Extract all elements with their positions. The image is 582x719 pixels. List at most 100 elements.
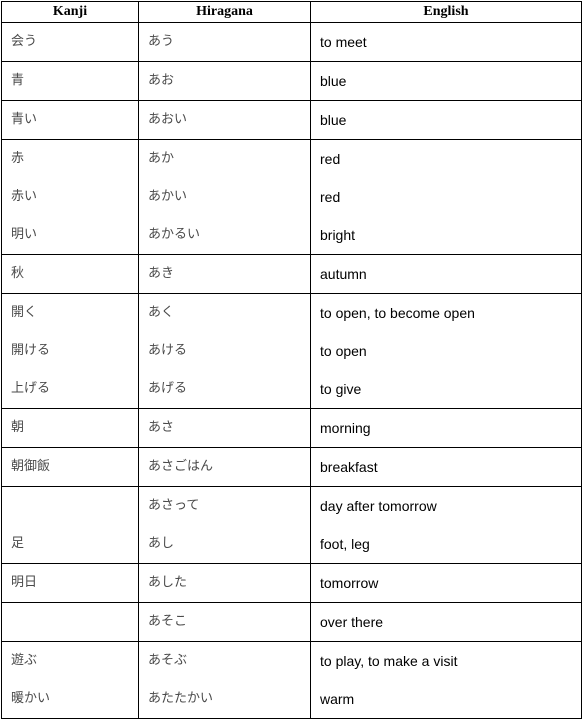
hiragana-text: あう bbox=[148, 34, 175, 49]
kanji-text: 朝 bbox=[11, 420, 25, 435]
kanji-text: 赤い bbox=[11, 189, 38, 204]
english-text: to play, to make a visit bbox=[320, 653, 458, 669]
table-row: 青い あおい blue bbox=[1, 100, 582, 140]
kanji-text: 暖かい bbox=[11, 691, 51, 706]
table-row: 青 あお blue bbox=[1, 61, 582, 101]
table-row: 朝御飯 あさごはん breakfast bbox=[1, 447, 582, 487]
table-row: 足 あさってあし day after tomorrow foot, leg bbox=[1, 486, 582, 564]
hiragana-cell: あさって あし bbox=[138, 486, 311, 564]
kanji-text: 上げる bbox=[11, 381, 51, 396]
english-text: morning bbox=[320, 420, 371, 436]
hiragana-cell: あう bbox=[138, 22, 311, 62]
english-text: autumn bbox=[320, 266, 367, 282]
english-cell: over there bbox=[310, 602, 582, 642]
kanji-text: 足 bbox=[11, 536, 25, 551]
hiragana-text: あそぶ bbox=[148, 653, 188, 668]
hiragana-text: あそこ bbox=[148, 614, 188, 629]
hiragana-text: あさって bbox=[148, 498, 200, 513]
kanji-cell: 開く 開ける 上げる bbox=[1, 293, 139, 409]
kanji-text: 開く bbox=[11, 305, 38, 320]
english-text: to give bbox=[320, 381, 362, 397]
hiragana-cell: あお bbox=[138, 61, 311, 101]
table-row: 朝 あさ morning bbox=[1, 408, 582, 448]
kanji-cell: 赤赤い 明い bbox=[1, 139, 139, 255]
kanji-text bbox=[2, 603, 138, 641]
table-row: 秋 あき autumn bbox=[1, 254, 582, 294]
hiragana-cell: あそこ bbox=[138, 602, 311, 642]
kanji-cell: 朝御飯 bbox=[1, 447, 139, 487]
hiragana-text: あたたかい bbox=[148, 691, 214, 706]
header-english: English bbox=[310, 1, 582, 23]
hiragana-text: あく bbox=[148, 305, 175, 320]
english-cell: tomorrow bbox=[310, 563, 582, 603]
kanji-text: 遊ぶ bbox=[11, 653, 38, 668]
hiragana-cell: あさごはん bbox=[138, 447, 311, 487]
kanji-cell: 会う bbox=[1, 22, 139, 62]
english-text: to open bbox=[320, 343, 367, 359]
kanji-text: 明日 bbox=[11, 575, 38, 590]
english-cell: breakfast bbox=[310, 447, 582, 487]
header-hiragana: Hiragana bbox=[138, 1, 311, 23]
hiragana-text: あおい bbox=[148, 112, 188, 127]
english-cell: to play, to make a visit warm bbox=[310, 641, 582, 719]
english-text: breakfast bbox=[320, 459, 378, 475]
hiragana-cell: あか あかい あかるい bbox=[138, 139, 311, 255]
hiragana-cell: あした bbox=[138, 563, 311, 603]
english-cell: to meet bbox=[310, 22, 582, 62]
table-row: 赤赤い 明い あか あかい あかるい red red bright bbox=[1, 139, 582, 255]
kanji-text bbox=[2, 487, 138, 525]
table-row: 会う あう to meet bbox=[1, 22, 582, 62]
header-row: Kanji Hiragana English bbox=[1, 1, 582, 23]
vocabulary-table: Kanji Hiragana English 会う あう to meet 青 あお blu… bbox=[1, 1, 582, 719]
english-text: tomorrow bbox=[320, 575, 379, 591]
english-cell: autumn bbox=[310, 254, 582, 294]
kanji-cell bbox=[1, 602, 139, 642]
table-row: あそこ over there bbox=[1, 602, 582, 642]
hiragana-text: あさ bbox=[148, 420, 175, 435]
english-text: foot, leg bbox=[320, 536, 370, 552]
hiragana-cell: あき bbox=[138, 254, 311, 294]
english-text: blue bbox=[320, 73, 347, 89]
english-cell: blue bbox=[310, 100, 582, 140]
kanji-text: 秋 bbox=[11, 266, 25, 281]
hiragana-text: あげる bbox=[148, 381, 188, 396]
kanji-cell: 青い bbox=[1, 100, 139, 140]
english-text: over there bbox=[320, 614, 384, 630]
kanji-text: 青 bbox=[11, 73, 25, 88]
english-text: red bbox=[320, 151, 341, 167]
hiragana-cell: あそぶ あたたかい bbox=[138, 641, 311, 719]
kanji-cell: 明日 bbox=[1, 563, 139, 603]
table-body: 会う あう to meet 青あお blue 青い あおい blue 赤赤い 明い あか あかい あかる… bbox=[1, 22, 582, 719]
hiragana-text: あける bbox=[148, 343, 188, 358]
english-text: bright bbox=[320, 227, 356, 243]
english-text: warm bbox=[320, 691, 355, 707]
english-cell: red red bright bbox=[310, 139, 582, 255]
english-text: to meet bbox=[320, 34, 367, 50]
hiragana-cell: あおい bbox=[138, 100, 311, 140]
kanji-cell: 遊ぶ 暖かい bbox=[1, 641, 139, 719]
hiragana-cell: あく あける あげる bbox=[138, 293, 311, 409]
kanji-cell: 足 bbox=[1, 486, 139, 564]
english-text: day after tomorrow bbox=[320, 498, 437, 514]
table-row: 明日 あした tomorrow bbox=[1, 563, 582, 603]
kanji-cell: 秋 bbox=[1, 254, 139, 294]
english-cell: morning bbox=[310, 408, 582, 448]
hiragana-text: あし bbox=[148, 536, 175, 551]
hiragana-text: あき bbox=[148, 266, 175, 281]
hiragana-cell: あさ bbox=[138, 408, 311, 448]
kanji-text: 会う bbox=[11, 34, 38, 49]
hiragana-text: あか bbox=[148, 151, 175, 166]
english-text: red bbox=[320, 189, 341, 205]
hiragana-text: あした bbox=[148, 575, 188, 590]
english-text: blue bbox=[320, 112, 347, 128]
hiragana-text: あかるい bbox=[148, 227, 201, 242]
english-cell: blue bbox=[310, 61, 582, 101]
kanji-text: 朝御飯 bbox=[11, 459, 51, 474]
kanji-text: 赤 bbox=[11, 151, 25, 166]
kanji-text: 青い bbox=[11, 112, 38, 127]
kanji-text: 開ける bbox=[11, 343, 51, 358]
kanji-text: 明い bbox=[11, 227, 38, 242]
english-cell: to open, to become open to open to give bbox=[310, 293, 582, 409]
hiragana-text: あかい bbox=[148, 189, 188, 204]
table-row: 遊ぶ 暖かい あそぶ あたたかい to play, to make a visit war… bbox=[1, 641, 582, 719]
